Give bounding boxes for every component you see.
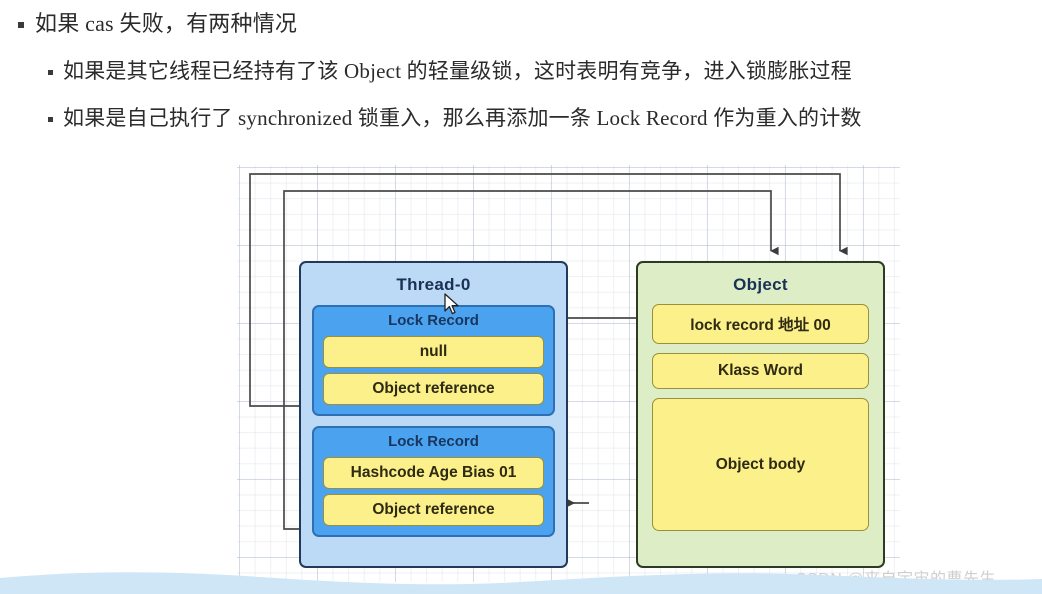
lock-record-1[interactable]: Lock Record null Object reference xyxy=(312,305,555,416)
bullet-text-level2-b: 如果是自己执行了 synchronized 锁重入，那么再添加一条 Lock R… xyxy=(63,106,862,130)
lock-record-1-row-0: null xyxy=(323,336,544,368)
bullet-text-level1: 如果 cas 失败，有两种情况 xyxy=(35,11,298,36)
lock-record-2-title: Lock Record xyxy=(388,433,479,450)
bullet-item-level2-b: 如果是自己执行了 synchronized 锁重入，那么再添加一条 Lock R… xyxy=(48,105,862,131)
lock-record-2-row-1: Object reference xyxy=(323,494,544,526)
diagram-canvas: Thread-0 Lock Record null Object referen… xyxy=(237,165,900,582)
bullet-square-icon xyxy=(48,70,53,75)
bullet-item-level2-a: 如果是其它线程已经持有了该 Object 的轻量级锁，这时表明有竞争，进入锁膨胀… xyxy=(48,58,852,84)
thread-title: Thread-0 xyxy=(396,275,471,294)
bullet-square-icon xyxy=(48,117,53,122)
bullet-item-level1: 如果 cas 失败，有两种情况 xyxy=(18,10,297,38)
thread-box[interactable]: Thread-0 Lock Record null Object referen… xyxy=(299,261,568,568)
bottom-wave-decoration xyxy=(0,572,1042,594)
lock-record-1-title: Lock Record xyxy=(388,312,479,329)
lock-record-2-row-0: Hashcode Age Bias 01 xyxy=(323,457,544,489)
lock-record-2[interactable]: Lock Record Hashcode Age Bias 01 Object … xyxy=(312,426,555,537)
object-box[interactable]: Object lock record 地址 00 Klass Word Obje… xyxy=(636,261,885,568)
bullet-text-level2-a: 如果是其它线程已经持有了该 Object 的轻量级锁，这时表明有竞争，进入锁膨胀… xyxy=(63,59,852,83)
object-row-mark-word: lock record 地址 00 xyxy=(652,304,869,344)
object-row-object-body: Object body xyxy=(652,398,869,531)
lock-record-1-row-1: Object reference xyxy=(323,373,544,405)
object-title: Object xyxy=(733,275,788,294)
bullet-square-icon xyxy=(18,22,24,28)
mouse-cursor-icon xyxy=(444,293,459,315)
object-row-klass-word: Klass Word xyxy=(652,353,869,389)
